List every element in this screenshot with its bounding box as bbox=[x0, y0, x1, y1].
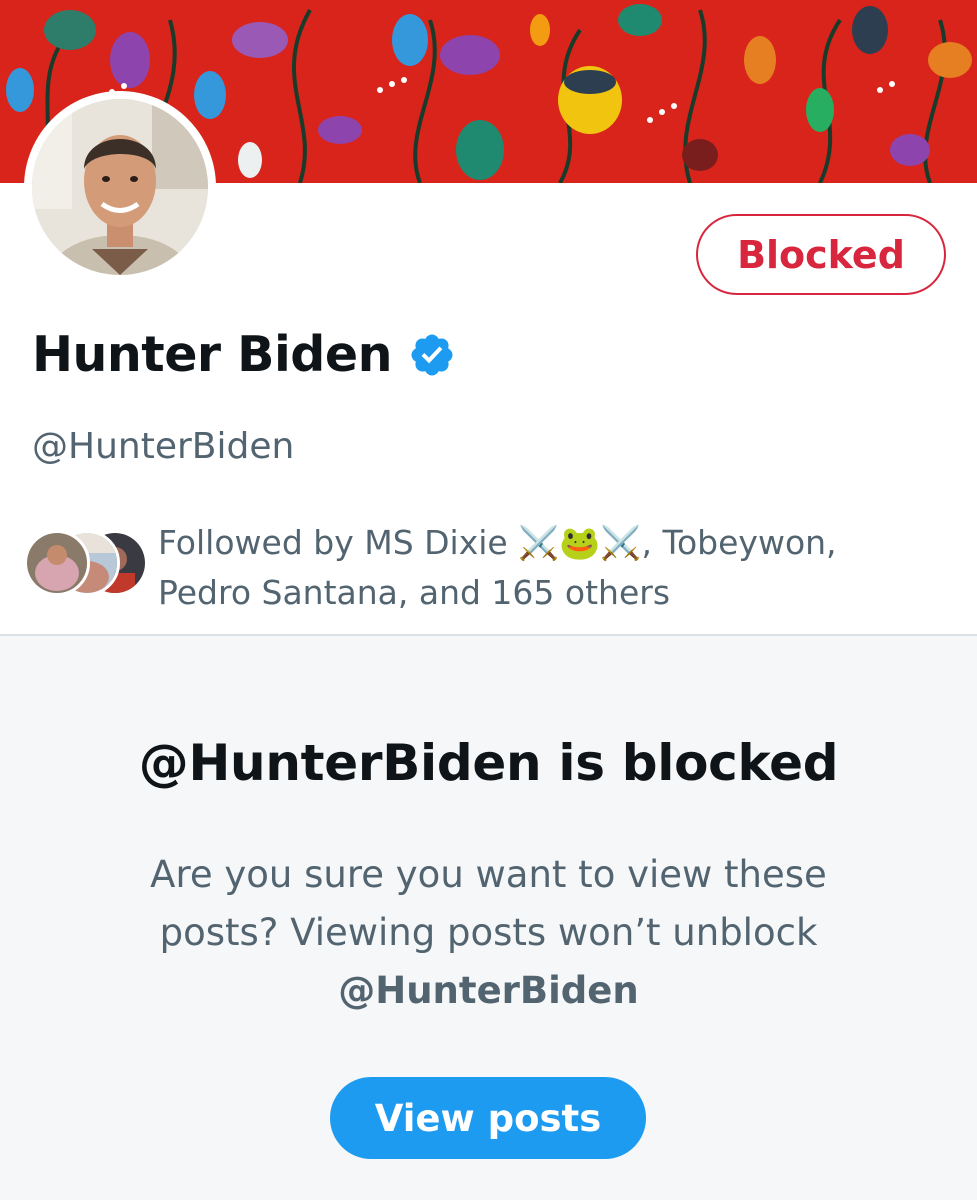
follower-avatar bbox=[24, 530, 90, 596]
profile-avatar[interactable] bbox=[24, 91, 216, 283]
view-posts-button[interactable]: View posts bbox=[330, 1077, 646, 1159]
blocked-notice-panel: @HunterBiden is blocked Are you sure you… bbox=[0, 636, 977, 1200]
profile-name-row: Hunter Biden bbox=[32, 326, 456, 383]
blocked-notice-text: Are you sure you want to view these post… bbox=[150, 853, 827, 954]
followed-by-row[interactable]: Followed by MS Dixie ⚔️🐸⚔️, Tobeywon, Pe… bbox=[24, 518, 938, 618]
follower-avatars bbox=[24, 530, 148, 606]
profile-handle: @HunterBiden bbox=[32, 426, 295, 467]
display-name: Hunter Biden bbox=[32, 326, 393, 383]
followed-by-text: Followed by MS Dixie ⚔️🐸⚔️, Tobeywon, Pe… bbox=[158, 523, 837, 612]
blocked-notice-description: Are you sure you want to view these post… bbox=[90, 846, 887, 1020]
avatar-photo bbox=[32, 99, 208, 275]
blocked-notice-title: @HunterBiden is blocked bbox=[138, 734, 839, 792]
blocked-button[interactable]: Blocked bbox=[696, 214, 946, 295]
blocked-notice-handle: @HunterBiden bbox=[338, 969, 639, 1012]
verified-badge-icon[interactable] bbox=[408, 331, 456, 379]
